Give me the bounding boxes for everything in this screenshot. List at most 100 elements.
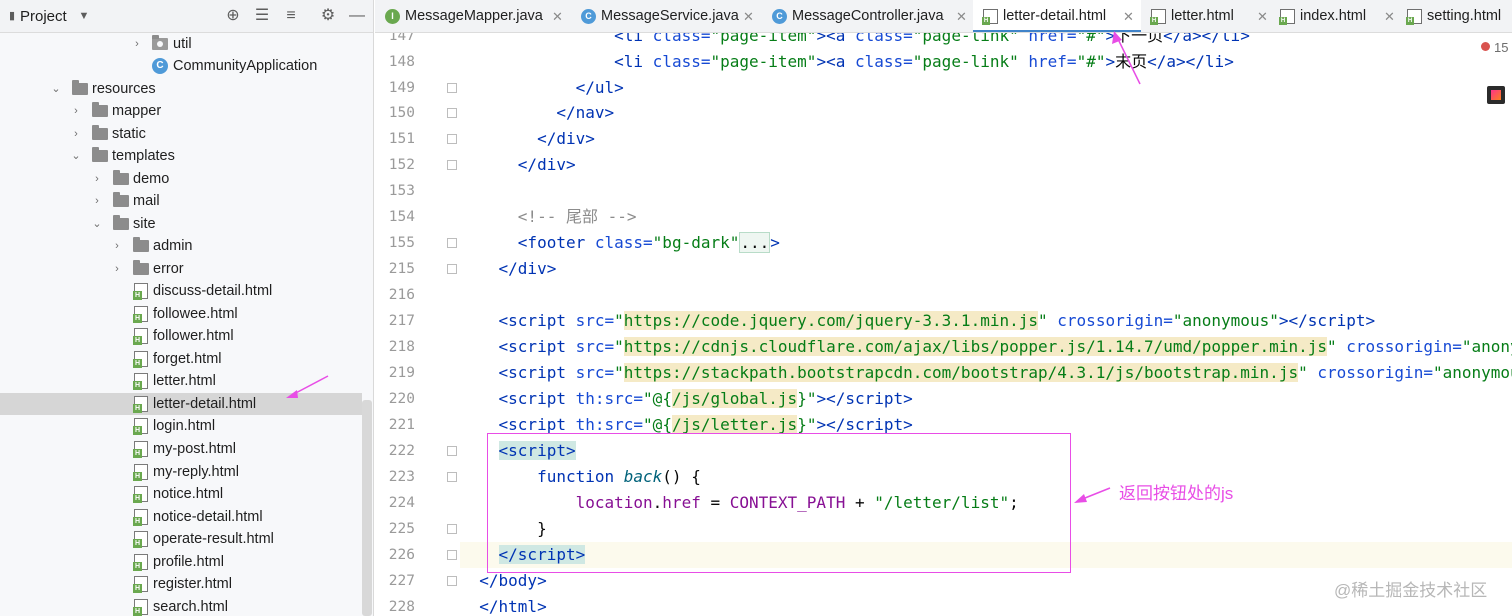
spring-class-icon: C — [152, 58, 168, 74]
tree-item-my-post[interactable]: my-post.html — [0, 438, 362, 460]
code-line[interactable]: </nav> — [460, 100, 1512, 126]
tree-item-discuss-detail[interactable]: discuss-detail.html — [0, 280, 362, 302]
fold-marker-icon[interactable] — [447, 108, 457, 118]
fold-marker-icon[interactable] — [447, 134, 457, 144]
tree-item-login[interactable]: login.html — [0, 415, 362, 437]
close-icon[interactable]: ✕ — [1123, 0, 1134, 32]
line-number: 215 — [388, 261, 415, 277]
code-line[interactable]: </ul> — [460, 75, 1512, 101]
chevron-down-icon[interactable]: ▼ — [74, 6, 94, 26]
html-file-icon — [133, 486, 148, 503]
code-line[interactable]: </div> — [460, 256, 1512, 282]
tab-setting[interactable]: setting.html — [1397, 0, 1512, 32]
chevron-right-icon[interactable]: › — [111, 235, 123, 257]
chevron-right-icon[interactable]: › — [70, 100, 82, 122]
close-icon[interactable]: ✕ — [1384, 0, 1395, 32]
chevron-right-icon[interactable]: › — [131, 33, 143, 55]
intellij-icon[interactable] — [1487, 86, 1505, 104]
annotation-label: 返回按钮处的js — [1119, 484, 1234, 503]
tree-item-admin[interactable]: › admin — [0, 235, 362, 257]
code-line[interactable]: </div> — [460, 126, 1512, 152]
code-line[interactable]: <li class="page-item"><a class="page-lin… — [460, 49, 1512, 75]
line-number: 221 — [388, 417, 415, 433]
tree-item-forget[interactable]: forget.html — [0, 348, 362, 370]
tree-item-search[interactable]: search.html — [0, 596, 362, 616]
tree-item-mapper[interactable]: › mapper — [0, 100, 362, 122]
code-line[interactable]: </div> — [460, 152, 1512, 178]
tree-item-label: login.html — [153, 418, 216, 434]
tab-message-mapper[interactable]: I MessageMapper.java ✕ — [375, 0, 571, 32]
annotation-box — [487, 433, 1071, 573]
fold-marker-icon[interactable] — [447, 264, 457, 274]
fold-marker-icon[interactable] — [447, 238, 457, 248]
fold-marker-icon[interactable] — [447, 472, 457, 482]
tree-item-resources[interactable]: ⌄ resources — [0, 78, 362, 100]
tab-letter-detail[interactable]: letter-detail.html ✕ — [973, 0, 1141, 32]
gear-icon[interactable]: ⚙ — [318, 6, 338, 26]
tab-index[interactable]: index.html ✕ — [1270, 0, 1398, 32]
fold-marker-icon[interactable] — [447, 83, 457, 93]
folder-icon — [72, 80, 88, 95]
close-icon[interactable]: ✕ — [956, 0, 967, 32]
fold-marker-icon[interactable] — [447, 524, 457, 534]
chevron-down-icon[interactable]: ⌄ — [70, 145, 82, 167]
fold-marker-icon[interactable] — [447, 576, 457, 586]
chevron-right-icon[interactable]: › — [111, 258, 123, 280]
line-number: 154 — [388, 209, 415, 225]
tab-message-service[interactable]: C MessageService.java ✕ — [571, 0, 761, 32]
chevron-right-icon[interactable]: › — [91, 168, 103, 190]
code-line[interactable]: <script src="https://cdnjs.cloudflare.co… — [460, 334, 1512, 360]
tree-item-notice-detail[interactable]: notice-detail.html — [0, 506, 362, 528]
code-line[interactable] — [460, 178, 1512, 204]
minimize-icon[interactable]: — — [347, 6, 367, 26]
close-icon[interactable]: ✕ — [743, 0, 754, 32]
html-file-icon — [133, 464, 148, 481]
project-panel-title[interactable]: Project — [20, 8, 67, 25]
tree-item-letter-detail[interactable]: letter-detail.html — [0, 393, 362, 415]
code-line[interactable]: <!-- 尾部 --> — [460, 204, 1512, 230]
chevron-right-icon[interactable]: › — [70, 123, 82, 145]
code-line[interactable]: <script th:src="@{/js/global.js}"></scri… — [460, 386, 1512, 412]
code-line[interactable]: <footer class="bg-dark"...> — [460, 230, 1512, 256]
tree-item-follower[interactable]: follower.html — [0, 325, 362, 347]
fold-marker-icon[interactable] — [447, 446, 457, 456]
tree-item-label: follower.html — [153, 328, 234, 344]
tree-item-demo[interactable]: › demo — [0, 168, 362, 190]
locate-icon[interactable]: ⊕ — [223, 6, 243, 26]
collapse-all-icon[interactable]: ≡ — [281, 6, 301, 26]
panel-menu-icon[interactable]: ▮ — [2, 6, 22, 26]
chevron-right-icon[interactable]: › — [91, 190, 103, 212]
code-line[interactable]: <script src="https://code.jquery.com/jqu… — [460, 308, 1512, 334]
tree-item-error[interactable]: › error — [0, 258, 362, 280]
tree-item-site[interactable]: ⌄ site — [0, 213, 362, 235]
html-file-icon — [133, 351, 148, 368]
chevron-down-icon[interactable]: ⌄ — [91, 213, 103, 235]
tree-item-static[interactable]: › static — [0, 123, 362, 145]
tree-item-mail[interactable]: › mail — [0, 190, 362, 212]
tree-item-profile[interactable]: profile.html — [0, 551, 362, 573]
tree-item-notice[interactable]: notice.html — [0, 483, 362, 505]
tree-item-letter[interactable]: letter.html — [0, 370, 362, 392]
tree-scrollbar[interactable] — [362, 400, 372, 616]
tree-item-community-application[interactable]: C CommunityApplication — [0, 55, 362, 77]
tree-item-util[interactable]: › util — [0, 33, 362, 55]
tab-letter[interactable]: letter.html ✕ — [1141, 0, 1291, 32]
tree-item-templates[interactable]: ⌄ templates — [0, 145, 362, 167]
error-count[interactable]: 15 — [1494, 40, 1508, 55]
tree-item-register[interactable]: register.html — [0, 573, 362, 595]
tree-item-followee[interactable]: followee.html — [0, 303, 362, 325]
chevron-down-icon[interactable]: ⌄ — [50, 78, 62, 100]
close-icon[interactable]: ✕ — [552, 0, 563, 32]
code-line[interactable]: <li class="page-item"><a class="page-lin… — [460, 33, 1512, 49]
fold-marker-icon[interactable] — [447, 550, 457, 560]
fold-marker-icon[interactable] — [447, 160, 457, 170]
tree-item-my-reply[interactable]: my-reply.html — [0, 461, 362, 483]
tree-item-label: followee.html — [153, 306, 238, 322]
close-icon[interactable]: ✕ — [1257, 0, 1268, 32]
tab-message-controller[interactable]: C MessageController.java ✕ — [762, 0, 972, 32]
tree-item-operate-result[interactable]: operate-result.html — [0, 528, 362, 550]
expand-all-icon[interactable]: ☰ — [252, 6, 272, 26]
code-line[interactable] — [460, 282, 1512, 308]
code-line[interactable]: <script src="https://stackpath.bootstrap… — [460, 360, 1512, 386]
error-marker-icon[interactable] — [1481, 42, 1490, 51]
